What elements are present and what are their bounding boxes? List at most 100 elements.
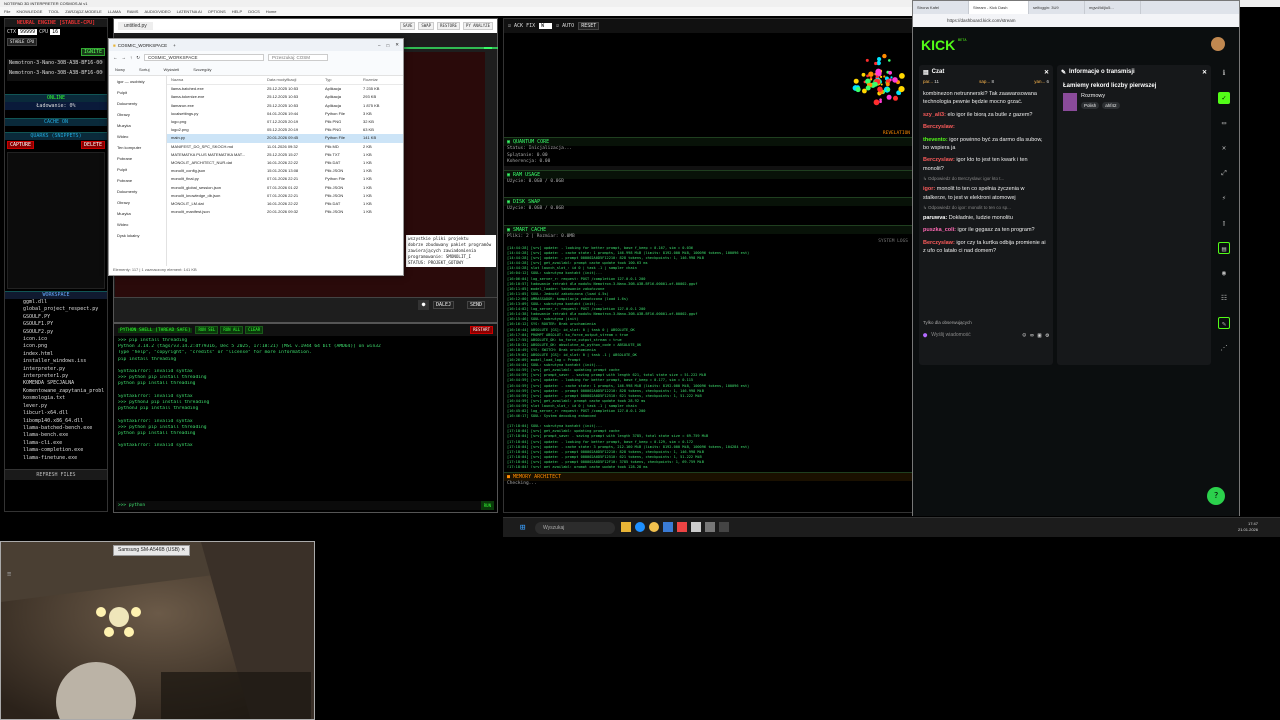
chat-username[interactable]: Berczyslaw: (923, 124, 955, 130)
editor-button[interactable]: SWAP (418, 22, 435, 30)
menu-item[interactable]: OPTIONS (208, 9, 226, 14)
ack-input[interactable]: W (539, 23, 553, 29)
people-icon[interactable]: ☷ (1218, 292, 1230, 304)
toolbar-item[interactable]: Sortuj (139, 67, 149, 72)
nav-item[interactable]: Pobrane (109, 175, 166, 186)
close-info-icon[interactable]: ✕ (1202, 69, 1207, 76)
bolt-icon[interactable]: ⚡ (1218, 192, 1230, 204)
address-bar[interactable]: COSMIC_WORKSPACE (144, 54, 265, 61)
quarks-list[interactable] (7, 152, 105, 289)
menu-item[interactable]: TOOL (48, 9, 59, 14)
chat-username[interactable]: Berczyslaw: (923, 240, 956, 246)
workspace-file[interactable]: libcurl-x64.dll (5, 410, 107, 417)
workspace-file[interactable]: llama-bench.exe (5, 432, 107, 439)
file-row[interactable]: localsettings.py 04.01.2026 19:44 Python F… (167, 110, 403, 118)
close-chat-icon[interactable]: ✕ (1044, 69, 1049, 76)
close-device-icon[interactable]: ✕ (181, 547, 185, 553)
file-row[interactable]: MATEMATKA PLUS MATEMATIKA MAT... 25.12.20… (167, 151, 403, 159)
nav-item[interactable]: Pobrane (109, 153, 166, 164)
ack-fix-checkbox[interactable]: ☑ ACK FIX (508, 23, 535, 29)
nav-item[interactable]: Dokumenty (109, 98, 166, 109)
nav-item[interactable]: Pulpit (109, 87, 166, 98)
workspace-file[interactable]: global_project_respect.py (5, 306, 107, 313)
toolbar-item[interactable]: Wyświetl (163, 67, 179, 72)
file-row[interactable]: logo.png 07.12.2025 20:19 Plik PNG 32 KB (167, 118, 403, 126)
menu-item[interactable]: HELP (232, 9, 242, 14)
chat-message[interactable]: paruwva: Dokładnie, ludzie monolitu (919, 212, 1053, 224)
forward-icon[interactable]: → (122, 55, 127, 60)
workspace-file[interactable]: GSOULF.PY (5, 314, 107, 321)
nav-item[interactable]: Dysk lokalny (109, 230, 166, 241)
browser-tab[interactable]: Strona Kafel (913, 1, 969, 14)
menu-item[interactable]: KNOWLEDGE (16, 9, 42, 14)
menu-icon[interactable]: ≡ (7, 570, 11, 578)
avatar[interactable] (1211, 37, 1225, 51)
nav-item[interactable]: Pulpit (109, 164, 166, 175)
browser-tab[interactable]: Stream - Kick Dash (969, 1, 1029, 14)
layout-icon[interactable]: ▭ (1218, 117, 1230, 129)
top-chatter[interactable]: yan... 6 (1034, 79, 1049, 88)
broadcast-icon[interactable]: ◉ (1218, 267, 1230, 279)
menu-item[interactable]: File (4, 9, 10, 14)
navigation-pane[interactable]: igor — osobisty Pulpit Dokumenty Obrazy Muzy… (109, 76, 167, 266)
ctx-input[interactable]: 99999 (18, 29, 38, 35)
check-icon[interactable]: ✓ (1218, 92, 1230, 104)
browser-tab[interactable]: selfoggin: 3U9 (1029, 1, 1085, 14)
model-select[interactable]: Nemotron-3-Nano-30B-A3B-BF16-000 (9, 60, 103, 66)
workspace-file[interactable]: lever.py (5, 403, 107, 410)
workspace-file[interactable]: GSOULF2.py (5, 329, 107, 336)
capture-button[interactable]: CAPTURE (7, 141, 35, 149)
delete-button[interactable]: DELETE (80, 141, 105, 149)
shell-button[interactable]: CLEAR (245, 326, 264, 334)
nav-item[interactable]: igor — osobisty (109, 76, 166, 87)
restart-button[interactable]: RESTART (470, 326, 493, 334)
browser-tab[interactable]: mgvd/ld/jiu5... (1085, 1, 1141, 14)
file-row[interactable]: monolit_config.json 15.01.2026 13:08 Plik … (167, 167, 403, 175)
menu-item[interactable]: AUDIO/VIDEO (144, 9, 170, 14)
file-row[interactable]: monolit_final.py 07.01.2026 22:21 Python F… (167, 175, 403, 183)
nav-item[interactable]: Wideo (109, 219, 166, 230)
workspace-file[interactable]: llama-cli.exe (5, 440, 107, 447)
chat-username[interactable]: igor: (923, 186, 937, 192)
chat-message[interactable]: igor: monolit to ten co spełnia życzenia… (919, 183, 1053, 204)
run-button[interactable]: RUN (480, 501, 494, 510)
kick-logo[interactable]: KICK (921, 37, 955, 53)
file-row[interactable]: MONOLIT_ARCHITECT_NUR.dat 16.01.2026 22:2… (167, 159, 403, 167)
shell-button[interactable]: RUN SEL (195, 326, 219, 334)
chat-username[interactable]: puszka_coli: (923, 227, 958, 233)
workspace-file[interactable]: installer_windows.iss (5, 358, 107, 365)
tools-icon[interactable]: ✎ (1218, 317, 1230, 329)
record-icon[interactable]: ● (418, 300, 429, 310)
workspace-file[interactable]: ggml.dll (5, 299, 107, 306)
close-icon[interactable]: ✕ (395, 42, 399, 48)
workspace-file[interactable]: interpreter1.py (5, 373, 107, 380)
workspace-file[interactable]: Komentowane_zapytania_probl (5, 388, 107, 395)
windows-start-icon[interactable]: ⊞ (520, 523, 525, 533)
file-row[interactable]: main.py 20.01.2026 09:45 Python File 141 KB (167, 134, 403, 143)
chat-message[interactable]: szy_ali3: elo igor ile biorą za butle z … (919, 109, 1053, 121)
stream-tag[interactable]: ahf42 (1102, 102, 1120, 109)
file-row[interactable]: llama-batched.exe 25.12.2025 10:53 Aplikac… (167, 85, 403, 93)
settings-icon[interactable]: ⚙ (1045, 332, 1049, 339)
chat-message[interactable]: Berczyslaw: igor czy ta kurtka odbija pr… (919, 237, 1053, 258)
workspace-file[interactable]: index.html (5, 351, 107, 358)
app-icon[interactable] (677, 522, 687, 532)
workspace-file-list[interactable]: ggml.dll global_project_respect.py GSOULF.… (5, 299, 107, 469)
cpu-input[interactable]: 16 (50, 29, 61, 35)
editor-button[interactable]: PY ANALYZE (462, 22, 493, 30)
nav-item[interactable]: Wideo (109, 131, 166, 142)
editor-button[interactable]: RESTORE (437, 22, 460, 30)
workspace-file[interactable]: KOMENDA SPECJALNA (5, 380, 107, 387)
nav-item[interactable]: Obrazy (109, 109, 166, 120)
explorer-tab[interactable]: COSMIC_WORKSPACE (118, 43, 167, 48)
file-row[interactable]: MONOLIT_LM.dat 16.01.2026 22:22 Plik DAT 1 … (167, 200, 403, 208)
editor-button[interactable]: SAVE (399, 22, 416, 30)
share-icon[interactable]: ⋰ (1218, 342, 1230, 354)
expand-icon[interactable]: ⤢ (1218, 167, 1230, 179)
chat-message[interactable]: Berczyslaw: igor kto to jest ten kwark i… (919, 154, 1053, 175)
maximize-icon[interactable]: □ (387, 43, 390, 48)
nav-item[interactable]: Obrazy (109, 197, 166, 208)
taskbar-search[interactable]: Wyszukaj (535, 522, 615, 534)
url-bar[interactable]: https://dashboard.kick.com/stream (913, 14, 1239, 27)
menu-item[interactable]: DOCS (248, 9, 260, 14)
